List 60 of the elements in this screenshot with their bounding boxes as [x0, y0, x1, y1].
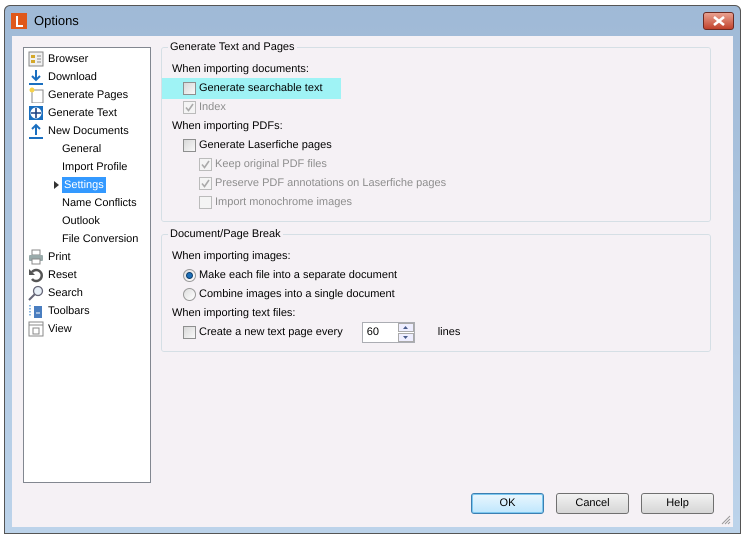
- up-arrow-icon: [403, 326, 408, 329]
- dialog-button[interactable]: Help: [641, 493, 714, 514]
- checkbox[interactable]: [183, 326, 196, 339]
- section-heading: When importing PDFs:: [172, 119, 283, 134]
- tree-item[interactable]: Generate Pages: [48, 87, 128, 103]
- tree-item[interactable]: Name Conflicts: [62, 195, 137, 211]
- section-heading: When importing text files:: [172, 306, 296, 322]
- option-label: Make each file into a separate document: [199, 268, 398, 284]
- tree-item[interactable]: Reset: [48, 267, 77, 283]
- tree-item[interactable]: View: [48, 321, 72, 337]
- close-icon: [712, 16, 726, 26]
- unit-label: lines: [438, 325, 460, 340]
- option-label: Generate Laserfiche pages: [199, 138, 332, 154]
- tree-item[interactable]: General: [62, 141, 102, 157]
- section-heading: When importing documents:: [172, 62, 309, 78]
- down-arrow-icon: [403, 336, 408, 339]
- dialog-button[interactable]: OK: [471, 493, 544, 514]
- close-button[interactable]: [703, 12, 734, 30]
- tree-item[interactable]: Browser: [48, 51, 88, 67]
- spin-down-button[interactable]: [398, 333, 414, 342]
- up-arrow-icon: [28, 123, 44, 139]
- tree-item[interactable]: Import Profile: [62, 159, 128, 175]
- tree-item[interactable]: Toolbars: [48, 303, 90, 319]
- window-title: Options: [34, 12, 79, 30]
- section-heading: When importing images:: [172, 249, 291, 264]
- tree-item[interactable]: Print: [48, 249, 71, 265]
- tree-item[interactable]: Search: [48, 285, 83, 301]
- number-spinner[interactable]: 60: [362, 322, 415, 343]
- expander-icon[interactable]: [54, 181, 58, 189]
- tree-item[interactable]: Download: [48, 69, 97, 85]
- tree-item[interactable]: File Conversion: [62, 231, 138, 247]
- down-arrow-icon: [28, 69, 44, 85]
- page-icon: [28, 87, 44, 103]
- radio-button[interactable]: [183, 269, 196, 282]
- globe-icon: [28, 105, 44, 121]
- view-icon: [28, 321, 44, 337]
- checkbox[interactable]: [183, 82, 196, 95]
- resize-grip-icon: [721, 515, 731, 525]
- window-icon: [28, 51, 44, 67]
- radio-button[interactable]: [183, 288, 196, 301]
- app-logo-icon: [11, 13, 27, 29]
- group-title: Generate Text and Pages: [168, 41, 297, 54]
- tree-item[interactable]: Generate Text: [48, 105, 117, 121]
- option-label: Import monochrome images: [215, 195, 352, 210]
- dialog-button[interactable]: Cancel: [556, 493, 629, 514]
- tree-item[interactable]: Outlook: [62, 213, 100, 229]
- checkbox[interactable]: [183, 139, 196, 152]
- option-label: Generate searchable text: [199, 81, 323, 96]
- option-label: Index: [199, 100, 226, 116]
- group-title: Document/Page Break: [168, 228, 283, 241]
- option-label: Combine images into a single document: [199, 287, 395, 302]
- option-label: Keep original PDF files: [215, 157, 327, 172]
- undo-icon: [28, 267, 44, 283]
- tree-item[interactable]: New Documents: [48, 123, 129, 139]
- search-icon: [28, 285, 44, 301]
- toolbar-icon: [28, 303, 44, 319]
- option-label: Preserve PDF annotations on Laserfiche pages: [215, 176, 446, 192]
- option-label: Create a new text page every: [199, 325, 343, 340]
- printer-icon: [28, 249, 44, 265]
- spin-up-button[interactable]: [398, 323, 414, 332]
